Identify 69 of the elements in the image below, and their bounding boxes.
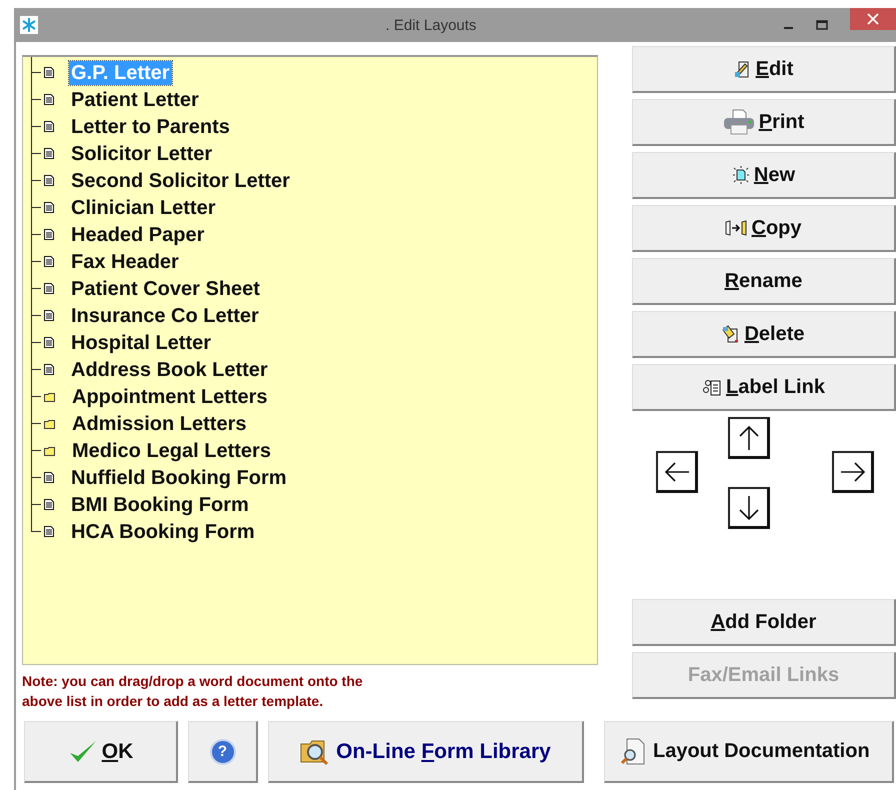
move-right-button[interactable] bbox=[832, 451, 874, 493]
document-icon bbox=[44, 283, 54, 294]
layout-documentation-button[interactable]: Layout Documentation bbox=[604, 721, 894, 783]
document-icon bbox=[44, 364, 54, 375]
label-link-button[interactable]: Label Link bbox=[632, 364, 896, 411]
eraser-document-icon bbox=[722, 325, 740, 343]
folder-action-button[interactable]: Add Folder bbox=[632, 599, 896, 646]
tree-item[interactable]: BMI Booking Form bbox=[69, 492, 251, 516]
copy-arrow-icon bbox=[725, 220, 748, 236]
document-icon bbox=[44, 202, 54, 213]
tree-item[interactable]: Appointment Letters bbox=[70, 384, 270, 408]
delete-button[interactable]: Delete bbox=[632, 311, 896, 358]
ok-button[interactable]: OK bbox=[24, 721, 178, 783]
tree-item[interactable]: Insurance Co Letter bbox=[69, 304, 261, 328]
document-icon bbox=[44, 526, 54, 537]
down-arrow-icon bbox=[738, 494, 760, 520]
tree-item[interactable]: Letter to Parents bbox=[69, 114, 232, 138]
tree-item[interactable]: Headed Paper bbox=[69, 222, 206, 246]
window-title: . Edit Layouts bbox=[384, 16, 478, 34]
snowflake-icon bbox=[20, 16, 38, 34]
close-icon bbox=[867, 13, 879, 25]
printer-icon bbox=[722, 109, 755, 135]
tree-item[interactable]: Address Book Letter bbox=[69, 358, 270, 382]
copy-button[interactable]: Copy bbox=[632, 205, 896, 252]
note-text: Note: you can drag/drop a word document onto the above list in order to add as a letter template. bbox=[22, 672, 364, 711]
folder-icon bbox=[44, 418, 55, 428]
document-magnifier-icon bbox=[621, 738, 645, 766]
tree-item[interactable]: Fax Header bbox=[69, 250, 181, 274]
move-up-button[interactable] bbox=[728, 417, 770, 459]
tree-item[interactable]: Patient Letter bbox=[69, 88, 201, 112]
right-arrow-icon bbox=[840, 460, 866, 482]
checkmark-icon bbox=[68, 738, 98, 764]
tree-item[interactable]: Nuffield Booking Form bbox=[69, 466, 289, 490]
document-icon bbox=[44, 472, 54, 483]
left-arrow-icon bbox=[664, 460, 690, 482]
tree-item[interactable]: Patient Cover Sheet bbox=[69, 276, 262, 300]
document-icon bbox=[44, 148, 54, 159]
document-icon bbox=[44, 229, 54, 240]
document-icon bbox=[44, 175, 54, 186]
document-icon bbox=[44, 310, 54, 321]
move-down-button[interactable] bbox=[728, 487, 770, 529]
document-icon bbox=[44, 121, 54, 132]
tree-item[interactable]: Clinician Letter bbox=[69, 196, 218, 220]
help-button[interactable]: ? bbox=[188, 721, 258, 783]
folder-icon bbox=[44, 446, 55, 456]
document-icon bbox=[44, 67, 54, 78]
tree-item[interactable]: Second Solicitor Letter bbox=[69, 168, 292, 192]
new-button[interactable]: New bbox=[632, 152, 896, 199]
edit-button[interactable]: Edit bbox=[632, 46, 896, 93]
tree-item[interactable]: Solicitor Letter bbox=[69, 142, 214, 166]
tree-item[interactable]: HCA Booking Form bbox=[69, 520, 257, 544]
rename-button[interactable]: Rename bbox=[632, 258, 896, 305]
document-icon bbox=[44, 256, 54, 267]
label-link-icon bbox=[702, 378, 722, 396]
move-left-button[interactable] bbox=[656, 451, 698, 493]
document-icon bbox=[44, 337, 54, 348]
new-document-icon bbox=[732, 166, 750, 184]
tree-item[interactable]: Hospital Letter bbox=[69, 330, 214, 354]
print-button[interactable]: Print bbox=[632, 99, 896, 146]
tree-item[interactable]: Medico Legal Letters bbox=[70, 438, 273, 462]
close-button[interactable] bbox=[850, 8, 896, 30]
document-icon bbox=[44, 94, 54, 105]
online-form-library-button[interactable]: On-Line Form Library bbox=[268, 721, 584, 783]
folder-icon bbox=[44, 392, 55, 402]
tree-item[interactable]: Admission Letters bbox=[70, 412, 248, 436]
document-icon bbox=[44, 499, 54, 510]
up-arrow-icon bbox=[738, 424, 760, 450]
maximize-icon[interactable] bbox=[816, 20, 828, 30]
folder-magnifier-icon bbox=[300, 738, 330, 766]
